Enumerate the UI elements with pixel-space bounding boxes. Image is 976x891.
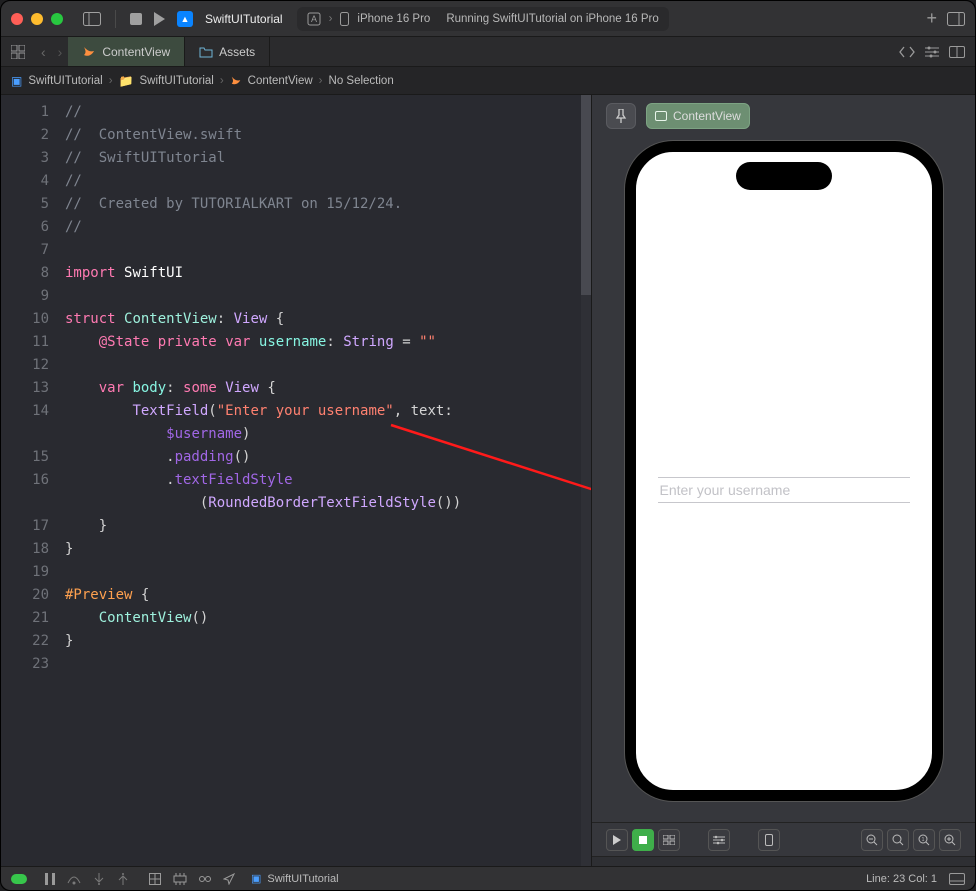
breadcrumb-selection[interactable]: No Selection (329, 75, 394, 87)
step-into-button[interactable] (93, 873, 105, 885)
preview-device-button[interactable] (758, 829, 780, 851)
chevron-right-icon: › (220, 75, 224, 87)
code-review-button[interactable] (899, 46, 915, 58)
asset-catalog-icon (199, 45, 213, 59)
app-icon: ▲ (171, 7, 199, 31)
pin-preview-button[interactable] (606, 103, 636, 129)
run-status: Running SwiftUITutorial on iPhone 16 Pro (446, 13, 658, 25)
textfield-placeholder: Enter your username (658, 478, 910, 502)
tab-bar: ‹ › ContentView Assets (1, 37, 975, 67)
editor-preview-split: 1234567891011121314 1516 17181920212223 … (1, 95, 975, 866)
adjust-editor-options-button[interactable] (925, 46, 939, 58)
app-icon: ▣ (251, 872, 261, 885)
project-name: SwiftUITutorial (205, 12, 283, 26)
svg-text:A: A (311, 14, 317, 24)
iphone-bezel: Enter your username (625, 141, 943, 801)
line-number-gutter: 1234567891011121314 1516 17181920212223 (1, 95, 61, 866)
minimize-window-button[interactable] (31, 13, 43, 25)
running-indicator[interactable] (11, 874, 27, 884)
scrollbar-thumb[interactable] (581, 95, 591, 295)
preview-toolbar: 1 (592, 822, 975, 856)
zoom-out-button[interactable] (861, 829, 883, 851)
tab-contentview[interactable]: ContentView (68, 37, 185, 66)
zoom-fit-button[interactable] (887, 829, 909, 851)
device-canvas[interactable]: Enter your username (592, 137, 975, 822)
preview-header: ContentView (592, 95, 975, 137)
titlebar-right-tools: + (926, 8, 965, 29)
debug-memory-button[interactable] (173, 873, 187, 885)
source-editor[interactable]: 1234567891011121314 1516 17181920212223 … (1, 95, 591, 866)
scheme-selector[interactable]: A › iPhone 16 Pro Running SwiftUITutoria… (297, 7, 669, 31)
add-editor-button[interactable] (949, 46, 965, 58)
swift-file-icon (230, 75, 242, 87)
rectangle-icon (655, 111, 667, 121)
debug-bar: ▣ SwiftUITutorial Line: 23 Col: 1 (1, 866, 975, 890)
step-out-button[interactable] (117, 873, 129, 885)
tab-label: Assets (219, 45, 255, 59)
window-controls (11, 13, 63, 25)
run-button[interactable] (148, 8, 171, 30)
close-window-button[interactable] (11, 13, 23, 25)
chevron-right-icon: › (329, 13, 333, 25)
dynamic-island (736, 162, 832, 190)
preview-target-chip[interactable]: ContentView (646, 103, 750, 129)
tab-label: ContentView (102, 45, 170, 59)
title-bar: ▲ SwiftUITutorial A › iPhone 16 Pro Runn… (1, 1, 975, 37)
library-button[interactable]: + (926, 8, 937, 29)
breadcrumb-file[interactable]: ContentView (248, 75, 313, 87)
svg-text:1: 1 (922, 837, 925, 843)
debug-view-hierarchy-button[interactable] (149, 873, 161, 885)
zoom-in-button[interactable] (939, 829, 961, 851)
device-name: iPhone 16 Pro (357, 13, 430, 25)
chevron-right-icon: › (319, 75, 323, 87)
history-nav: ‹ › (35, 37, 68, 66)
horizontal-scrollbar[interactable] (592, 856, 975, 866)
jump-bar[interactable]: ▣ SwiftUITutorial › 📁 SwiftUITutorial › … (1, 67, 975, 95)
device-icon (340, 12, 349, 26)
swift-file-icon (82, 45, 96, 59)
textfield-preview[interactable]: Enter your username (658, 477, 910, 503)
stop-button[interactable] (124, 9, 148, 29)
vertical-scrollbar[interactable] (581, 95, 591, 866)
process-name[interactable]: SwiftUITutorial (267, 873, 338, 885)
zoom-actual-button[interactable]: 1 (913, 829, 935, 851)
separator (115, 10, 116, 28)
square-a-icon: A (307, 12, 321, 26)
zoom-window-button[interactable] (51, 13, 63, 25)
cursor-position: Line: 23 Col: 1 (866, 873, 937, 885)
toggle-inspector-button[interactable] (947, 12, 965, 26)
chevron-right-icon: › (109, 75, 113, 87)
simulate-location-button[interactable] (223, 873, 235, 885)
toggle-navigator-button[interactable] (77, 8, 107, 30)
project-icon: ▣ (11, 74, 22, 88)
device-settings-button[interactable] (708, 829, 730, 851)
tabbar-right (899, 37, 975, 66)
environment-overrides-button[interactable] (199, 873, 211, 885)
preview-target-label: ContentView (673, 109, 741, 123)
variants-button[interactable] (658, 829, 680, 851)
live-preview-button[interactable] (606, 829, 628, 851)
pause-button[interactable] (45, 873, 55, 885)
step-over-button[interactable] (67, 873, 81, 885)
back-button[interactable]: ‹ (35, 44, 52, 60)
tab-assets[interactable]: Assets (185, 37, 270, 66)
breadcrumb-folder[interactable]: SwiftUITutorial (139, 75, 213, 87)
breadcrumb-project[interactable]: SwiftUITutorial (28, 75, 102, 87)
canvas-preview-pane: ContentView Enter your username (591, 95, 975, 866)
selectable-preview-button[interactable] (632, 829, 654, 851)
folder-icon: 📁 (119, 74, 134, 88)
related-items-button[interactable] (1, 37, 35, 66)
code-area[interactable]: //// ContentView.swift// SwiftUITutorial… (61, 95, 591, 866)
toggle-debug-area-button[interactable] (949, 873, 965, 885)
forward-button[interactable]: › (52, 44, 69, 60)
